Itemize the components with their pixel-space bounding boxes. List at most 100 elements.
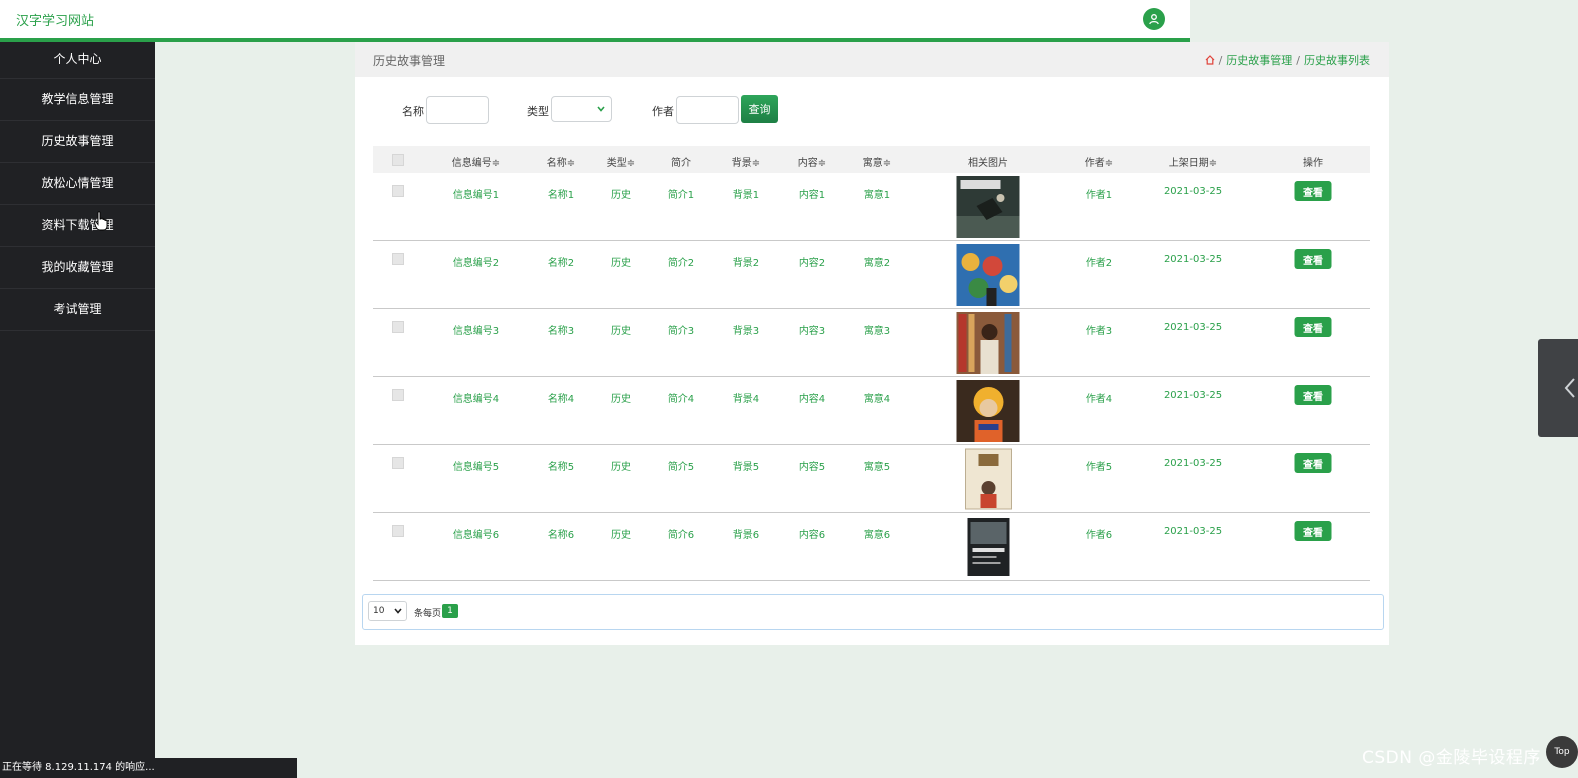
- header-content[interactable]: 内容≑: [798, 154, 826, 169]
- page-size-value: 10: [373, 606, 385, 616]
- pagination: 10 条每页 1: [362, 594, 1384, 630]
- per-page-label: 条每页: [414, 609, 442, 619]
- cell-name: 名称6: [547, 530, 575, 541]
- cell-date: 2021-03-25: [1163, 322, 1223, 333]
- top-bar: 汉字学习网站: [0, 0, 1190, 42]
- header-id[interactable]: 信息编号≑: [452, 154, 500, 169]
- story-image: [956, 244, 1020, 306]
- breadcrumb-item-history[interactable]: 历史故事管理: [1226, 52, 1292, 68]
- cell-moral: 寓意6: [863, 530, 891, 541]
- view-button[interactable]: 查看: [1294, 385, 1332, 405]
- cell-type: 历史: [611, 190, 631, 201]
- page-size-select[interactable]: 10: [368, 601, 407, 621]
- main-panel: 历史故事管理 / 历史故事管理 / 历史故事列表 名称 类型 作者 查询 信息编…: [355, 42, 1389, 645]
- cell-name: 名称4: [547, 394, 575, 405]
- view-button[interactable]: 查看: [1294, 249, 1332, 269]
- table-header: 信息编号≑ 名称≑ 类型≑ 简介 背景≑ 内容≑ 寓意≑ 相关图片 作者≑ 上架…: [373, 146, 1370, 173]
- table-row: 信息编号6 名称6 历史 简介6 背景6 内容6 寓意6 作者6 2021-03…: [373, 513, 1370, 581]
- author-input[interactable]: [676, 96, 739, 124]
- view-button[interactable]: 查看: [1294, 317, 1332, 337]
- browser-status-bar: 正在等待 8.129.11.174 的响应...: [0, 758, 297, 778]
- sidebar-item-downloads[interactable]: 资料下载管理: [0, 205, 155, 247]
- sidebar-item-relax[interactable]: 放松心情管理: [0, 163, 155, 205]
- sidebar-item-favorites[interactable]: 我的收藏管理: [0, 247, 155, 289]
- story-image: [967, 518, 1010, 576]
- cell-type: 历史: [611, 462, 631, 473]
- header-date[interactable]: 上架日期≑: [1169, 154, 1217, 169]
- cell-background: 背景5: [732, 462, 760, 473]
- cell-author: 作者6: [1085, 530, 1113, 541]
- cell-intro: 简介2: [667, 258, 695, 269]
- header-moral[interactable]: 寓意≑: [863, 154, 891, 169]
- view-button[interactable]: 查看: [1294, 521, 1332, 541]
- type-select[interactable]: [551, 96, 612, 122]
- site-title[interactable]: 汉字学习网站: [16, 10, 94, 29]
- cell-id: 信息编号5: [452, 462, 500, 473]
- page-title: 历史故事管理: [373, 54, 446, 68]
- cell-moral: 寓意3: [863, 326, 891, 337]
- cell-content: 内容3: [798, 326, 826, 337]
- cell-content: 内容1: [798, 190, 826, 201]
- cell-type: 历史: [611, 394, 631, 405]
- hand-cursor-icon: [94, 211, 108, 231]
- header-image: 相关图片: [968, 158, 1008, 169]
- table-row: 信息编号5 名称5 历史 简介5 背景5 内容5 寓意5 作者5 2021-03…: [373, 445, 1370, 513]
- cell-moral: 寓意5: [863, 462, 891, 473]
- story-image: [956, 312, 1020, 374]
- cell-content: 内容4: [798, 394, 826, 405]
- sidebar-item-exams[interactable]: 考试管理: [0, 289, 155, 331]
- search-button[interactable]: 查询: [741, 95, 778, 123]
- cell-type: 历史: [611, 530, 631, 541]
- row-checkbox[interactable]: [392, 389, 404, 401]
- row-checkbox[interactable]: [392, 185, 404, 197]
- story-image: [956, 380, 1020, 442]
- cell-intro: 简介3: [667, 326, 695, 337]
- stories-table: 信息编号≑ 名称≑ 类型≑ 简介 背景≑ 内容≑ 寓意≑ 相关图片 作者≑ 上架…: [373, 146, 1370, 581]
- sidebar-item-history-stories[interactable]: 历史故事管理: [0, 121, 155, 163]
- view-button[interactable]: 查看: [1294, 181, 1332, 201]
- cell-author: 作者2: [1085, 258, 1113, 269]
- cell-background: 背景3: [732, 326, 760, 337]
- sidebar-item-personal-center[interactable]: 个人中心: [0, 42, 155, 79]
- cell-author: 作者4: [1085, 394, 1113, 405]
- select-all-checkbox[interactable]: [392, 154, 404, 166]
- cell-content: 内容6: [798, 530, 826, 541]
- sidebar: 个人中心 教学信息管理 历史故事管理 放松心情管理 资料下载管理 我的收藏管理 …: [0, 42, 155, 778]
- row-checkbox[interactable]: [392, 457, 404, 469]
- cell-background: 背景4: [732, 394, 760, 405]
- row-checkbox[interactable]: [392, 321, 404, 333]
- cell-name: 名称5: [547, 462, 575, 473]
- collapse-panel-tab[interactable]: [1538, 339, 1578, 437]
- table-row: 信息编号2 名称2 历史 简介2 背景2 内容2 寓意2 作者2 2021-03…: [373, 241, 1370, 309]
- home-icon[interactable]: [1205, 55, 1215, 65]
- cell-intro: 简介5: [667, 462, 695, 473]
- story-image: [956, 176, 1020, 238]
- search-bar: 名称 类型 作者 查询: [355, 95, 1389, 125]
- sidebar-item-teaching-info[interactable]: 教学信息管理: [0, 79, 155, 121]
- header-author[interactable]: 作者≑: [1085, 154, 1113, 169]
- cell-intro: 简介4: [667, 394, 695, 405]
- header-background[interactable]: 背景≑: [732, 154, 760, 169]
- cell-id: 信息编号2: [452, 258, 500, 269]
- watermark: CSDN @金陵毕设程序: [1362, 748, 1541, 768]
- page-number-current[interactable]: 1: [442, 604, 458, 618]
- cell-id: 信息编号4: [452, 394, 500, 405]
- cell-background: 背景6: [732, 530, 760, 541]
- table-row: 信息编号3 名称3 历史 简介3 背景3 内容3 寓意3 作者3 2021-03…: [373, 309, 1370, 377]
- breadcrumb-item-list[interactable]: 历史故事列表: [1304, 52, 1370, 68]
- cell-date: 2021-03-25: [1163, 458, 1223, 469]
- back-to-top-button[interactable]: Top: [1546, 736, 1578, 768]
- header-actions: 操作: [1303, 158, 1323, 169]
- cell-author: 作者3: [1085, 326, 1113, 337]
- cell-intro: 简介6: [667, 530, 695, 541]
- row-checkbox[interactable]: [392, 525, 404, 537]
- header-name[interactable]: 名称≑: [547, 154, 575, 169]
- row-checkbox[interactable]: [392, 253, 404, 265]
- user-icon[interactable]: [1143, 8, 1165, 30]
- chevron-down-icon: [597, 106, 605, 112]
- breadcrumb-separator: /: [1218, 53, 1223, 67]
- header-type[interactable]: 类型≑: [607, 154, 635, 169]
- cell-author: 作者1: [1085, 190, 1113, 201]
- name-input[interactable]: [426, 96, 489, 124]
- view-button[interactable]: 查看: [1294, 453, 1332, 473]
